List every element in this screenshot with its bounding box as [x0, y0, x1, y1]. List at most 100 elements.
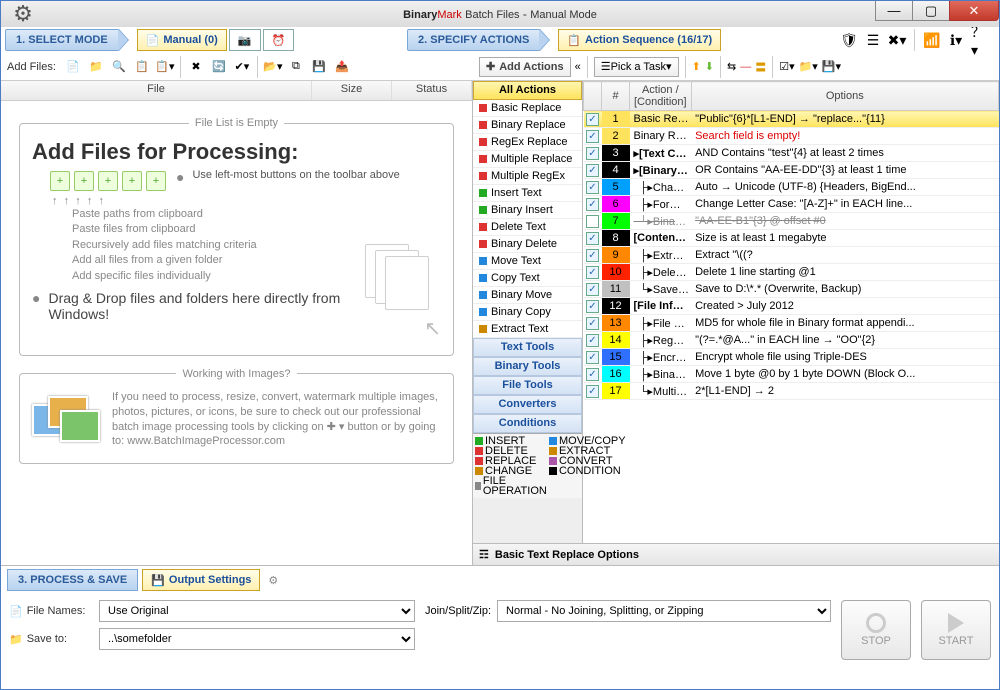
action-row[interactable]: ✓7 └▸Binary Insert"AA-EE-B1"{3} @ offset… [584, 213, 999, 230]
row-checkbox[interactable]: ✓ [586, 334, 599, 347]
action-row[interactable]: ✓10 ├▸Delete TextDelete 1 line starting … [584, 264, 999, 281]
row-checkbox[interactable]: ✓ [586, 368, 599, 381]
help-icon[interactable]: ？▾ [971, 31, 989, 49]
col-num[interactable]: # [602, 82, 630, 111]
col-status[interactable]: Status [392, 81, 472, 100]
collapse-icon[interactable]: « [575, 61, 581, 73]
save-actions-icon[interactable]: 💾▾ [822, 60, 841, 73]
tools-icon[interactable]: ✖▾ [888, 31, 906, 49]
action-row[interactable]: ✓14 ├▸RegEx Replace"(?=.*@A..." in EACH … [584, 332, 999, 349]
col-check[interactable] [584, 82, 602, 111]
cat-item[interactable]: Insert Text [473, 185, 582, 202]
action-row[interactable]: ✓11 └▸Save FileSave to D:\*.* (Overwrite… [584, 281, 999, 298]
row-checkbox[interactable]: ✓ [586, 181, 599, 194]
cat-group[interactable]: Conditions [473, 414, 582, 433]
duplicate-icon[interactable]: 〓 [755, 59, 766, 75]
refresh-icon[interactable]: 🔄 [209, 57, 229, 77]
pick-task-dropdown[interactable]: ☰ Pick a Task ▾ [594, 57, 679, 77]
file-names-select[interactable]: Use Original [99, 600, 415, 622]
toggle-icon[interactable]: ⇆ [727, 60, 736, 73]
minimize-button[interactable]: — [875, 1, 913, 21]
cat-item[interactable]: Basic Replace [473, 100, 582, 117]
cat-group[interactable]: File Tools [473, 376, 582, 395]
save-to-select[interactable]: ..\somefolder [99, 628, 415, 650]
add-actions-button[interactable]: ✚ Add Actions [479, 57, 571, 77]
close-button[interactable]: ✕ [949, 1, 999, 21]
wifi-icon[interactable]: 📶 [923, 31, 941, 49]
tab-manual[interactable]: 📄 Manual (0) [137, 29, 227, 51]
action-row[interactable]: ✓1Basic Replace"Public"{6}*[L1-END] → "r… [584, 111, 999, 128]
col-action[interactable]: Action / [Condition] [630, 82, 692, 111]
action-row[interactable]: ✓4▸[Binary Content]OR Contains "AA-EE-DD… [584, 162, 999, 179]
step1-select-mode[interactable]: 1. SELECT MODE [5, 29, 119, 51]
options-bar[interactable]: ☶ Basic Text Replace Options [473, 543, 999, 565]
cat-item[interactable]: Copy Text [473, 270, 582, 287]
cat-all-actions[interactable]: All Actions [473, 81, 582, 100]
row-checkbox[interactable]: ✓ [586, 113, 599, 126]
cat-item[interactable]: RegEx Replace [473, 134, 582, 151]
cat-item[interactable]: Move Text [473, 253, 582, 270]
paste-files-icon[interactable]: 📋 [132, 57, 152, 77]
action-row[interactable]: ✓15 ├▸Encrypt/DecryptEncrypt whole file … [584, 349, 999, 366]
row-checkbox[interactable]: ✓ [586, 317, 599, 330]
info-icon[interactable]: ℹ▾ [947, 31, 965, 49]
check-icon[interactable]: ✔▾ [232, 57, 252, 77]
list-icon[interactable]: ☰ [864, 31, 882, 49]
cat-item[interactable]: Extract Text [473, 321, 582, 338]
remove-action-icon[interactable]: — [740, 61, 751, 73]
cat-item[interactable]: Binary Move [473, 287, 582, 304]
shield-icon[interactable]: 🛡 [840, 31, 858, 49]
add-folder-icon[interactable]: 📁 [86, 57, 106, 77]
add-file-icon[interactable]: 📄 [63, 57, 83, 77]
tab-clock[interactable]: ⏰ [263, 29, 295, 51]
tab-output-settings[interactable]: 💾 Output Settings [142, 569, 260, 591]
row-checkbox[interactable]: ✓ [586, 283, 599, 296]
output-gear-icon[interactable]: ⚙ [268, 574, 278, 587]
move-down-icon[interactable]: ⬇ [705, 60, 714, 73]
action-row[interactable]: ✓6 ├▸Format TextChange Letter Case: "[A-… [584, 196, 999, 213]
cat-item[interactable]: Binary Replace [473, 117, 582, 134]
paste-paths-icon[interactable]: 📋▾ [155, 57, 175, 77]
action-row[interactable]: ✓17 └▸Multiple Replace2*[L1-END] → 2 [584, 383, 999, 400]
action-row[interactable]: ✓16 ├▸Binary MoveMove 1 byte @0 by 1 byt… [584, 366, 999, 383]
col-options[interactable]: Options [691, 82, 998, 111]
tab-action-sequence[interactable]: 📋 Action Sequence (16/17) [558, 29, 721, 51]
row-checkbox[interactable]: ✓ [586, 266, 599, 279]
row-checkbox[interactable]: ✓ [586, 232, 599, 245]
action-row[interactable]: ✓12[File Information]Created > July 2012 [584, 298, 999, 315]
export-icon[interactable]: 📤 [332, 57, 352, 77]
row-checkbox[interactable]: ✓ [586, 215, 599, 228]
col-size[interactable]: Size [312, 81, 392, 100]
cat-group[interactable]: Binary Tools [473, 357, 582, 376]
start-button[interactable]: START [921, 600, 991, 660]
checkall-icon[interactable]: ☑▾ [779, 60, 794, 73]
add-recursive-icon[interactable]: 🔍 [109, 57, 129, 77]
cat-group[interactable]: Text Tools [473, 338, 582, 357]
remove-icon[interactable]: ✖ [186, 57, 206, 77]
tab-camera[interactable]: 📷 [229, 29, 261, 51]
step2-specify-actions[interactable]: 2. SPECIFY ACTIONS [407, 29, 540, 51]
stop-button[interactable]: STOP [841, 600, 911, 660]
col-file[interactable]: File [1, 81, 312, 100]
action-row[interactable]: ✓3▸[Text Content]AND Contains "test"{4} … [584, 145, 999, 162]
action-row[interactable]: ✓5 ├▸Change EncodingAuto → Unicode (UTF-… [584, 179, 999, 196]
maximize-button[interactable]: ▢ [912, 1, 950, 21]
action-row[interactable]: ✓8[Content Size]Size is at least 1 megab… [584, 230, 999, 247]
row-checkbox[interactable]: ✓ [586, 385, 599, 398]
settings-gear-icon[interactable]: ⚙ [7, 0, 39, 30]
action-row[interactable]: ✓2Binary ReplaceSearch field is empty! [584, 128, 999, 145]
action-row[interactable]: ✓9 ├▸Extract TextExtract "\((? [584, 247, 999, 264]
row-checkbox[interactable]: ✓ [586, 300, 599, 313]
cat-item[interactable]: Multiple RegEx [473, 168, 582, 185]
move-up-icon[interactable]: ⬆ [692, 60, 701, 73]
row-checkbox[interactable]: ✓ [586, 351, 599, 364]
cat-item[interactable]: Binary Delete [473, 236, 582, 253]
action-row[interactable]: ✓13 ├▸File HashMD5 for whole file in Bin… [584, 315, 999, 332]
copy-icon[interactable]: ⧉ [286, 57, 306, 77]
row-checkbox[interactable]: ✓ [586, 164, 599, 177]
cat-item[interactable]: Binary Copy [473, 304, 582, 321]
cat-item[interactable]: Multiple Replace [473, 151, 582, 168]
join-select[interactable]: Normal - No Joining, Splitting, or Zippi… [497, 600, 831, 622]
open-icon[interactable]: 📂▾ [263, 57, 283, 77]
row-checkbox[interactable]: ✓ [586, 147, 599, 160]
